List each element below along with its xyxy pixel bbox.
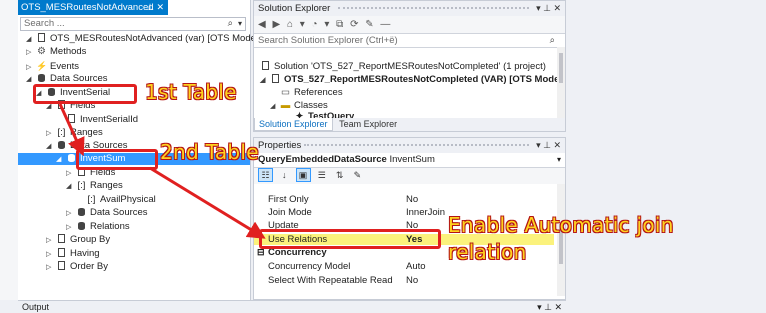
annotation-arrows (58, 103, 266, 239)
annotation-second-table: 2nd Table (159, 139, 259, 164)
annotation-first-table: 1st Table (144, 79, 237, 104)
arrow-to-use-relations (149, 166, 266, 239)
arrow-first-to-second (58, 103, 85, 157)
annotation-enable-line2: relation (447, 239, 527, 264)
annotation-enable-line1: Enable Automatic join (447, 212, 674, 237)
